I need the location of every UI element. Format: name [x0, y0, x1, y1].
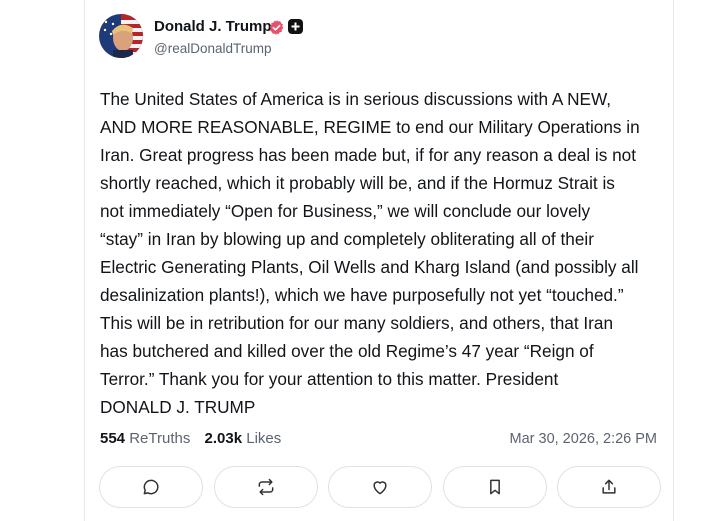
bookmark-button[interactable]	[442, 466, 547, 508]
author-name[interactable]: Donald J. Trump	[154, 18, 272, 35]
likes-count[interactable]: 2.03k	[205, 430, 243, 447]
avatar-image	[99, 14, 143, 58]
retruth-icon	[258, 478, 273, 496]
action-bar	[99, 466, 661, 508]
post-text: The United States of America is in serio…	[100, 89, 640, 417]
plus-badge-icon	[288, 19, 303, 34]
post-stats: 554 ReTruths 2.03k Likes	[100, 430, 281, 447]
likes-label[interactable]: Likes	[246, 430, 281, 447]
author-handle[interactable]: @realDonaldTrump	[154, 41, 272, 56]
retruths-count[interactable]: 554	[100, 430, 125, 447]
bookmark-icon	[489, 479, 500, 495]
post-timestamp[interactable]: Mar 30, 2026, 2:26 PM	[510, 431, 658, 447]
avatar[interactable]	[99, 14, 143, 58]
retruths-label[interactable]: ReTruths	[129, 430, 190, 447]
retruth-button[interactable]	[213, 466, 318, 508]
like-button[interactable]	[328, 466, 432, 508]
share-icon	[602, 479, 616, 494]
heart-icon	[373, 481, 387, 495]
reply-button[interactable]	[99, 466, 203, 508]
verified-badge-icon	[269, 20, 284, 35]
share-button[interactable]	[557, 466, 661, 508]
reply-icon	[143, 479, 159, 495]
